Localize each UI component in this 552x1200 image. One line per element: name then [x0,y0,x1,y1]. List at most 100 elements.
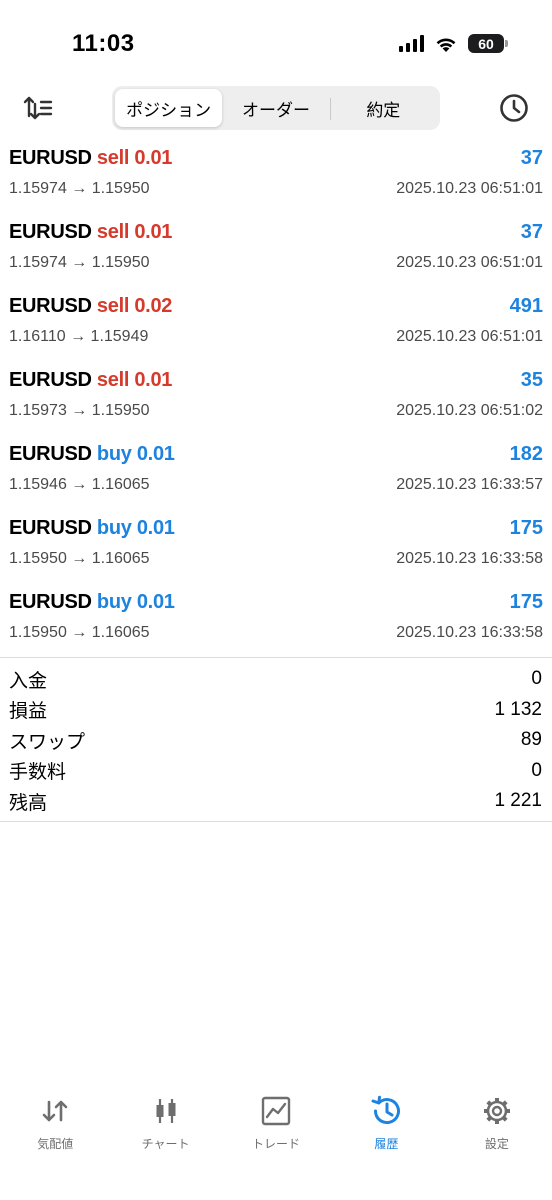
trade-prices: 1.15946 → 1.16065 [9,476,150,493]
trade-symbol: EURUSD [9,443,92,465]
trade-title: EURUSD sell 0.02 [9,295,172,318]
battery-level: 60 [478,35,494,52]
trade-symbol: EURUSD [9,517,92,539]
summary-row-commission: 手数料 0 [0,756,552,787]
clock-icon[interactable] [498,92,530,124]
tab-label: チャート [141,1137,190,1151]
trade-volume: 0.01 [134,221,173,243]
summary-label: 入金 [9,670,48,692]
trade-side: buy [96,517,132,539]
trade-volume: 0.01 [136,443,175,465]
trade-row[interactable]: EURUSD buy 0.01 182 1.15946 → 1.16065 20… [0,438,552,512]
summary-row-profit: 損益 1 132 [0,695,552,726]
summary-value: 0 [531,759,542,781]
trade-time: 2025.10.23 16:33:57 [396,476,543,493]
trade-volume: 0.01 [136,591,175,613]
tab-quotes[interactable]: 気配値 [0,1094,110,1164]
sort-icon[interactable] [22,92,54,124]
trade-row[interactable]: EURUSD sell 0.02 491 1.16110 → 1.15949 2… [0,290,552,364]
trade-title: EURUSD buy 0.01 [9,443,175,466]
summary-label: スワップ [9,731,86,753]
trade-side: buy [96,591,132,613]
tab-trade[interactable]: トレード [221,1094,331,1164]
history-icon [371,1095,401,1125]
trade-symbol: EURUSD [9,295,92,317]
trade-time: 2025.10.23 06:51:01 [396,254,543,271]
trade-side: sell [96,221,130,243]
summary-value: 89 [520,729,542,751]
trade-time: 2025.10.23 16:33:58 [396,550,543,567]
segment-deals[interactable]: 約定 [329,89,437,127]
account-summary: 入金 0 損益 1 132 スワップ 89 手数料 0 残高 1 221 [0,664,552,817]
trade-list: EURUSD sell 0.01 37 1.15974 → 1.15950 20… [0,142,552,660]
trade-profit: 491 [509,295,543,317]
trade-profit: 175 [509,517,543,539]
trade-title: EURUSD sell 0.01 [9,147,172,170]
status-time: 11:03 [72,30,135,57]
tab-label: 気配値 [37,1137,74,1151]
trade-profit: 175 [509,591,543,613]
tab-label: 履歴 [374,1137,399,1151]
toolbar: ポジション オーダー 約定 [0,86,552,132]
tab-history[interactable]: 履歴 [331,1094,441,1164]
segment-label: 約定 [366,100,401,120]
segment-orders[interactable]: オーダー [222,89,329,127]
tab-label: トレード [252,1137,301,1151]
chart-icon [156,1099,176,1123]
summary-value: 1 132 [494,698,542,720]
trade-row[interactable]: EURUSD sell 0.01 37 1.15974 → 1.15950 20… [0,142,552,216]
summary-divider-bottom [0,821,552,822]
trade-profit: 35 [520,369,543,391]
tab-bar: 気配値 チャート トレード 履歴 設定 [0,1094,552,1164]
summary-label: 手数料 [9,762,67,784]
trade-side: sell [96,295,130,317]
summary-row-deposit: 入金 0 [0,664,552,695]
trade-prices: 1.15974 → 1.15950 [9,180,150,197]
segment-label: オーダー [241,100,310,120]
trade-row[interactable]: EURUSD buy 0.01 175 1.15950 → 1.16065 20… [0,586,552,660]
summary-label: 損益 [9,701,48,723]
trade-symbol: EURUSD [9,369,92,391]
trade-time: 2025.10.23 06:51:01 [396,328,543,345]
wifi-icon [436,37,456,52]
summary-row-balance: 残高 1 221 [0,786,552,817]
trade-time: 2025.10.23 16:33:58 [396,624,543,641]
trade-volume: 0.01 [134,369,173,391]
trade-prices: 1.16110 → 1.15949 [9,328,149,345]
status-bar: 11:03 60 [0,0,552,88]
trade-symbol: EURUSD [9,221,92,243]
trade-volume: 0.01 [134,147,173,169]
trade-volume: 0.01 [136,517,175,539]
trade-side: sell [96,369,130,391]
status-icons: 60 [399,34,508,53]
segment-positions[interactable]: ポジション [115,89,223,127]
trade-volume: 0.02 [134,295,173,317]
tab-settings[interactable]: 設定 [442,1094,552,1164]
trade-profit: 182 [509,443,543,465]
cellular-signal-icon [399,35,424,52]
summary-divider-top [0,657,552,658]
trade-symbol: EURUSD [9,147,92,169]
trade-symbol: EURUSD [9,591,92,613]
battery-indicator: 60 [468,34,508,53]
summary-value: 0 [531,668,542,690]
trade-icon [261,1096,291,1126]
summary-value: 1 221 [494,790,542,812]
summary-row-swap: スワップ 89 [0,725,552,756]
trade-profit: 37 [520,221,543,243]
summary-label: 残高 [9,792,48,814]
trade-prices: 1.15973 → 1.15950 [9,402,150,419]
trade-row[interactable]: EURUSD sell 0.01 35 1.15973 → 1.15950 20… [0,364,552,438]
tab-label: 設定 [484,1137,509,1151]
trade-title: EURUSD buy 0.01 [9,517,175,540]
settings-icon [483,1098,510,1124]
trade-prices: 1.15950 → 1.16065 [9,624,150,641]
trade-side: buy [96,443,132,465]
trade-time: 2025.10.23 06:51:02 [396,402,543,419]
trade-row[interactable]: EURUSD buy 0.01 175 1.15950 → 1.16065 20… [0,512,552,586]
trade-row[interactable]: EURUSD sell 0.01 37 1.15974 → 1.15950 20… [0,216,552,290]
quotes-icon [42,1100,68,1122]
tab-chart[interactable]: チャート [110,1094,220,1164]
trade-prices: 1.15950 → 1.16065 [9,550,150,567]
trade-prices: 1.15974 → 1.15950 [9,254,150,271]
